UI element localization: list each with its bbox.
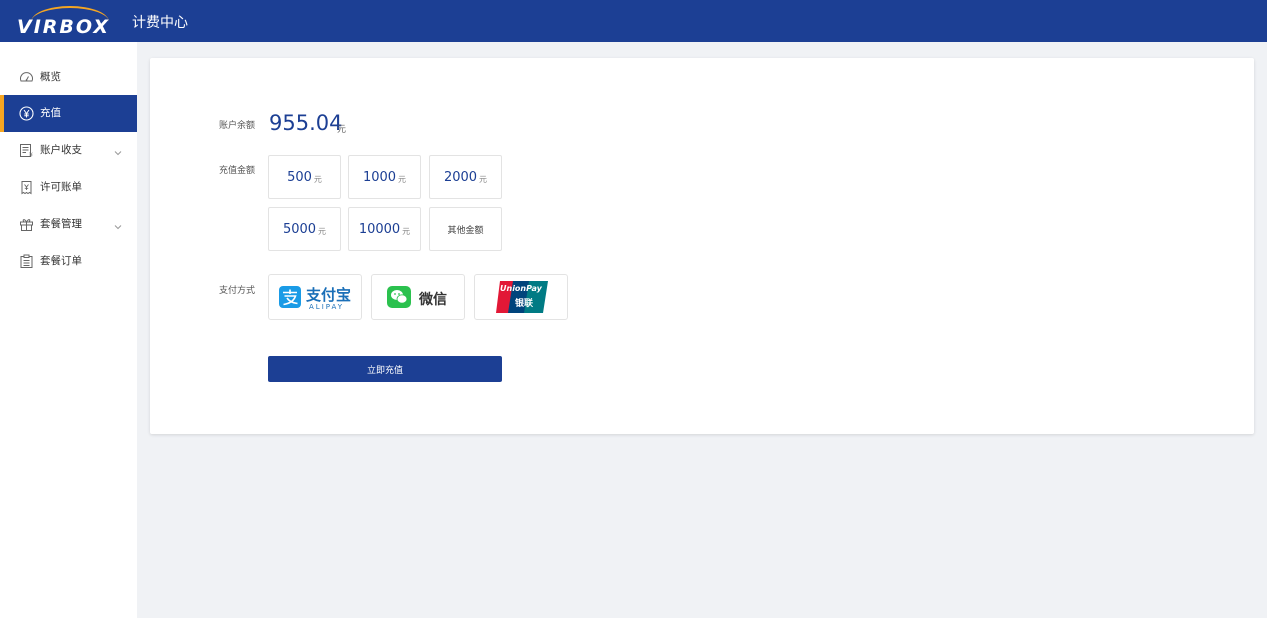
chevron-down-icon[interactable] bbox=[113, 143, 123, 156]
amount-unit: 元 bbox=[402, 226, 411, 236]
recharge-now-button[interactable]: 立即充值 bbox=[268, 356, 502, 382]
yen-coin-icon bbox=[19, 106, 34, 121]
amount-unit: 元 bbox=[318, 226, 327, 236]
sidebar-item-label: 概览 bbox=[40, 71, 61, 83]
balance-label: 账户余额 bbox=[219, 121, 256, 131]
sidebar-item-label: 套餐管理 bbox=[40, 218, 82, 230]
sidebar-item-license-bill[interactable]: 许可账单 bbox=[0, 169, 137, 206]
alipay-sub: ALIPAY bbox=[309, 303, 345, 311]
sidebar-item-package-order[interactable]: 套餐订单 bbox=[0, 243, 137, 280]
payment-alipay[interactable]: 支付宝 ALIPAY bbox=[268, 274, 362, 320]
amount-value: 10000 bbox=[358, 221, 401, 237]
app-title: 计费中心 bbox=[132, 15, 188, 31]
alipay-name: 支付宝 bbox=[306, 286, 352, 304]
amount-option-1000[interactable]: 1000 元 bbox=[348, 155, 421, 199]
alipay-icon bbox=[279, 286, 301, 308]
amount-value: 2000 bbox=[443, 169, 478, 185]
other-amount-label: 其他金额 bbox=[447, 225, 484, 236]
amount-value: 5000 bbox=[282, 221, 317, 237]
wechat-icon bbox=[387, 286, 411, 308]
virbox-logo[interactable]: VIRBOX bbox=[17, 6, 117, 38]
amount-option-other[interactable]: 其他金额 bbox=[429, 207, 502, 251]
sidebar-item-recharge[interactable]: 充值 bbox=[0, 95, 137, 132]
sidebar: 概览 充值 ¥ 账户收支 许可账单 套餐管理 套餐订单 bbox=[0, 42, 137, 618]
amount-value: 500 bbox=[287, 169, 312, 185]
payment-wechat[interactable]: 微信 bbox=[371, 274, 465, 320]
payment-unionpay[interactable]: UnionPay 银联 bbox=[474, 274, 568, 320]
ledger-icon: ¥ bbox=[19, 143, 34, 159]
unionpay-name: UnionPay bbox=[500, 284, 542, 293]
amount-option-10000[interactable]: 10000 元 bbox=[348, 207, 421, 251]
sidebar-item-label: 许可账单 bbox=[40, 181, 82, 193]
sidebar-item-overview[interactable]: 概览 bbox=[0, 59, 137, 96]
unionpay-sub: 银联 bbox=[515, 299, 534, 309]
gift-icon bbox=[19, 217, 34, 232]
amount-option-2000[interactable]: 2000 元 bbox=[429, 155, 502, 199]
recharge-panel: 账户余额 955.04 元 充值金额 500 元 1000 元 2000 元 5000… bbox=[150, 58, 1254, 434]
sidebar-item-label: 套餐订单 bbox=[40, 255, 82, 267]
sidebar-item-label: 充值 bbox=[40, 107, 61, 119]
amount-label: 充值金额 bbox=[219, 166, 256, 176]
sidebar-item-label: 账户收支 bbox=[40, 144, 82, 156]
receipt-icon bbox=[19, 180, 34, 195]
sidebar-item-account-flow[interactable]: ¥ 账户收支 bbox=[0, 132, 137, 169]
amount-unit: 元 bbox=[313, 174, 322, 184]
amount-value: 1000 bbox=[362, 169, 397, 185]
sidebar-item-package-manage[interactable]: 套餐管理 bbox=[0, 206, 137, 243]
payment-label: 支付方式 bbox=[219, 286, 256, 296]
amount-unit: 元 bbox=[398, 174, 407, 184]
amount-unit: 元 bbox=[479, 174, 488, 184]
amount-option-5000[interactable]: 5000 元 bbox=[268, 207, 341, 251]
svg-text:¥: ¥ bbox=[29, 152, 33, 158]
logo-text: VIRBOX bbox=[17, 16, 111, 38]
clipboard-icon bbox=[19, 254, 34, 269]
balance-value: 955.04 bbox=[269, 111, 343, 135]
balance-unit: 元 bbox=[337, 125, 347, 135]
chevron-down-icon[interactable] bbox=[113, 217, 123, 230]
dashboard-icon bbox=[19, 70, 34, 85]
active-indicator bbox=[0, 95, 4, 132]
wechat-name: 微信 bbox=[419, 292, 447, 308]
amount-option-500[interactable]: 500 元 bbox=[268, 155, 341, 199]
top-bar: VIRBOX 计费中心 bbox=[0, 0, 1267, 42]
